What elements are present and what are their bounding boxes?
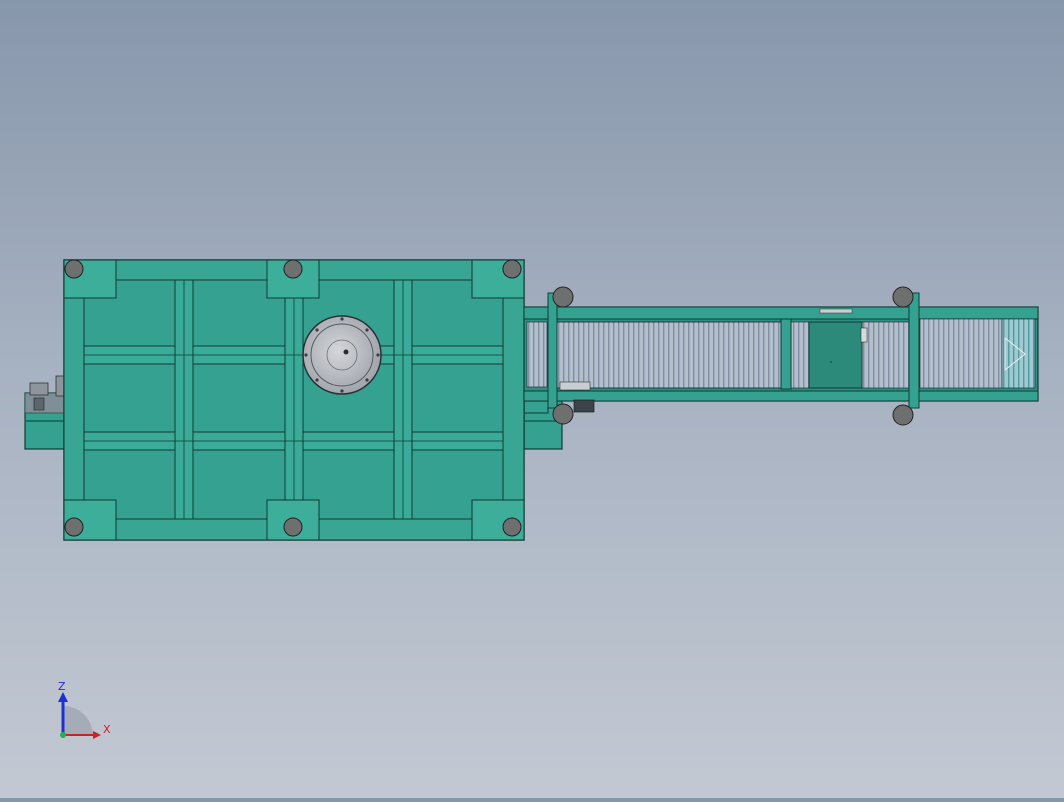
roller-conveyor[interactable]: [523, 292, 1039, 413]
triad-x-label: X: [103, 723, 111, 736]
cad-viewport[interactable]: Z X: [0, 0, 1064, 798]
triad-z-label: Z: [58, 680, 66, 693]
main-frame[interactable]: [63, 259, 525, 541]
model-view[interactable]: Z X: [0, 0, 1064, 798]
orientation-triad[interactable]: Z X: [58, 680, 111, 739]
rotary-table-disc[interactable]: [302, 315, 382, 395]
y-axis-dot: [60, 732, 66, 738]
